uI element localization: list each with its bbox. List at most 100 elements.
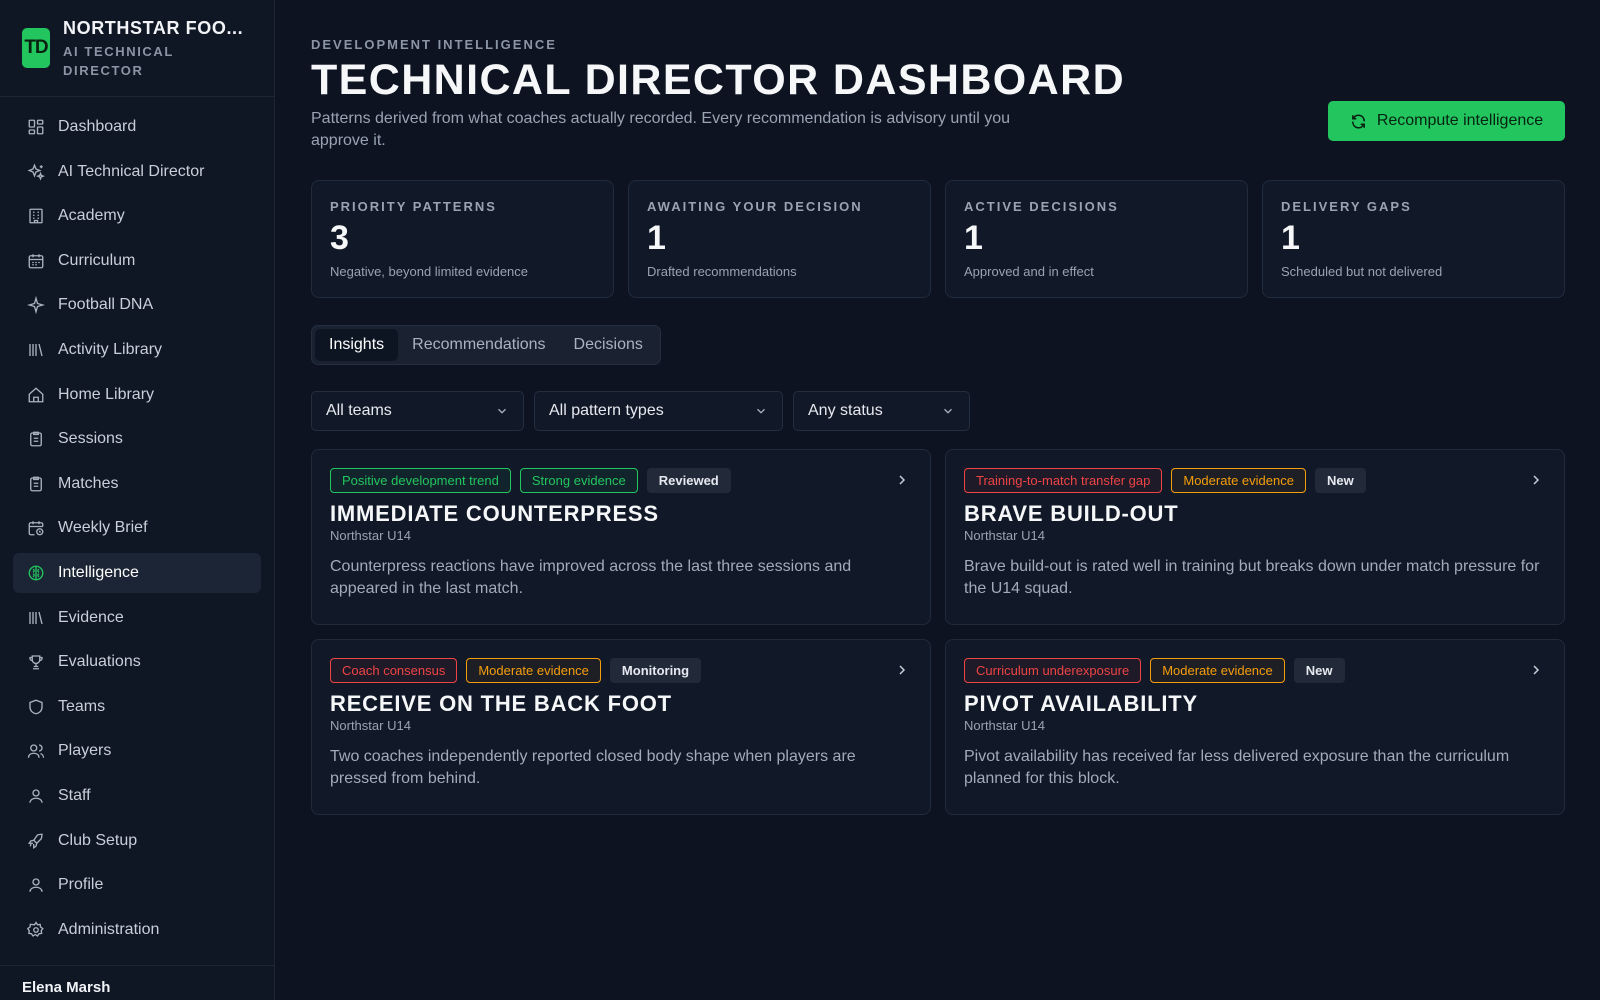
brand-text: NORTHSTAR FOO... AI TECHNICAL DIRECTOR	[63, 18, 248, 80]
sidebar: TD NORTHSTAR FOO... AI TECHNICAL DIRECTO…	[0, 0, 275, 1000]
badge-row: Curriculum underexposure Moderate eviden…	[964, 658, 1546, 683]
sidebar-item-label: Staff	[58, 786, 91, 804]
sidebar-item-matches[interactable]: Matches	[13, 464, 261, 504]
user-icon	[27, 876, 45, 894]
sidebar-item-label: Dashboard	[58, 118, 137, 135]
stat-card-awaiting-decision: AWAITING YOUR DECISION 1 Drafted recomme…	[628, 180, 931, 298]
status-badge: Reviewed	[646, 468, 731, 493]
club-name: NORTHSTAR FOO...	[63, 18, 244, 38]
insight-card[interactable]: Positive development trend Strong eviden…	[311, 449, 931, 625]
view-tabs: Insights Recommendations Decisions	[311, 325, 661, 365]
evidence-badge: Strong evidence	[519, 468, 638, 493]
chevron-right-icon[interactable]	[1528, 472, 1544, 488]
sidebar-item-ai-technical-director[interactable]: AI Technical Director	[13, 152, 261, 192]
pattern-type-filter-select[interactable]: All pattern types	[534, 391, 783, 431]
sidebar-item-administration[interactable]: Administration	[13, 910, 261, 950]
sidebar-item-profile[interactable]: Profile	[13, 865, 261, 905]
gear-icon	[27, 920, 45, 939]
stat-value: 1	[1281, 219, 1300, 257]
team-filter-select[interactable]: All teams	[311, 391, 524, 431]
sidebar-item-evaluations[interactable]: Evaluations	[13, 642, 261, 682]
select-value: All pattern types	[549, 402, 664, 419]
sidebar-item-home-library[interactable]: Home Library	[13, 375, 261, 415]
library-icon	[27, 341, 45, 359]
stat-card-active-decisions: ACTIVE DECISIONS 1 Approved and in effec…	[945, 180, 1248, 298]
insight-card[interactable]: Curriculum underexposure Moderate eviden…	[945, 639, 1565, 815]
insight-description: Two coaches independently reported close…	[330, 748, 856, 787]
evidence-badge: Moderate evidence	[466, 658, 601, 683]
stat-value: 3	[330, 219, 349, 257]
sidebar-item-label: Intelligence	[58, 563, 139, 581]
stat-card-priority-patterns: PRIORITY PATTERNS 3 Negative, beyond lim…	[311, 180, 614, 298]
trophy-icon	[27, 653, 45, 671]
stat-value: 1	[647, 219, 666, 257]
pattern-type-badge: Positive development trend	[330, 468, 511, 493]
sidebar-item-evidence[interactable]: Evidence	[13, 598, 261, 638]
sidebar-item-activity-library[interactable]: Activity Library	[13, 330, 261, 370]
sidebar-item-label: Curriculum	[58, 251, 136, 269]
pattern-type-badge: Training-to-match transfer gap	[964, 468, 1163, 493]
brand-header: TD NORTHSTAR FOO... AI TECHNICAL DIRECTO…	[0, 0, 274, 97]
chevron-down-icon	[757, 408, 765, 414]
filters-row: All teams All pattern types Any status	[311, 391, 1565, 431]
sidebar-item-label: AI Technical Director	[58, 162, 205, 180]
status-filter-select[interactable]: Any status	[793, 391, 970, 431]
sidebar-item-label: Evaluations	[58, 653, 141, 671]
select-value: All teams	[326, 402, 392, 419]
sparkle-icon	[27, 296, 45, 315]
stat-desc: Scheduled but not delivered	[1281, 264, 1443, 279]
pattern-type-badge: Curriculum underexposure	[964, 658, 1142, 683]
sidebar-item-label: Administration	[58, 920, 160, 938]
sidebar-item-dashboard[interactable]: Dashboard	[13, 107, 261, 147]
stat-label: DELIVERY GAPS	[1281, 199, 1412, 214]
insight-description: Brave build-out is rated well in trainin…	[964, 558, 1540, 597]
recompute-intelligence-button[interactable]: Recompute intelligence	[1328, 101, 1565, 141]
sidebar-item-weekly-brief[interactable]: Weekly Brief	[13, 508, 261, 548]
badge-row: Training-to-match transfer gap Moderate …	[964, 468, 1546, 493]
brand-logo[interactable]: TD	[22, 28, 50, 68]
sidebar-item-label: Football DNA	[58, 296, 154, 314]
chevron-right-icon[interactable]	[894, 472, 910, 488]
clipboard-icon	[27, 475, 45, 493]
badge-row: Positive development trend Strong eviden…	[330, 468, 912, 493]
insight-cards: Positive development trend Strong eviden…	[311, 449, 1565, 815]
insight-title: RECEIVE ON THE BACK FOOT	[330, 691, 672, 716]
sidebar-footer[interactable]: Elena Marsh	[0, 965, 274, 1000]
chevron-right-icon[interactable]	[894, 662, 910, 678]
sidebar-item-sessions[interactable]: Sessions	[13, 419, 261, 459]
clipboard-icon	[27, 430, 45, 448]
header-row: Patterns derived from what coaches actua…	[311, 101, 1565, 152]
insight-card[interactable]: Training-to-match transfer gap Moderate …	[945, 449, 1565, 625]
library-icon	[27, 609, 45, 627]
brain-icon	[27, 564, 45, 582]
main-content: DEVELOPMENT INTELLIGENCE TECHNICAL DIREC…	[311, 0, 1565, 815]
sidebar-item-label: Home Library	[58, 385, 155, 403]
sidebar-item-club-setup[interactable]: Club Setup	[13, 821, 261, 861]
tab-insights[interactable]: Insights	[315, 329, 399, 361]
insight-card[interactable]: Coach consensus Moderate evidence Monito…	[311, 639, 931, 815]
tab-decisions[interactable]: Decisions	[560, 329, 657, 361]
sparkles-icon	[27, 163, 45, 181]
sidebar-item-intelligence[interactable]: Intelligence	[13, 552, 261, 593]
tab-recommendations[interactable]: Recommendations	[398, 329, 559, 361]
sidebar-item-football-dna[interactable]: Football DNA	[13, 285, 261, 325]
rocket-icon	[27, 832, 45, 850]
badge-row: Coach consensus Moderate evidence Monito…	[330, 658, 912, 683]
chevron-right-icon[interactable]	[1528, 662, 1544, 678]
sidebar-item-label: Players	[58, 742, 112, 760]
sidebar-item-academy[interactable]: Academy	[13, 196, 261, 236]
grid-icon	[27, 118, 45, 136]
insight-team: Northstar U14	[330, 528, 411, 543]
sidebar-item-teams[interactable]: Teams	[13, 687, 261, 727]
sidebar-item-staff[interactable]: Staff	[13, 776, 261, 816]
user-name: Elena Marsh	[22, 979, 111, 996]
stat-card-delivery-gaps: DELIVERY GAPS 1 Scheduled but not delive…	[1262, 180, 1565, 298]
home-icon	[27, 386, 45, 404]
insight-title: PIVOT AVAILABILITY	[964, 691, 1198, 716]
insight-description: Counterpress reactions have improved acr…	[330, 558, 852, 597]
sidebar-item-label: Weekly Brief	[58, 519, 148, 537]
sidebar-item-curriculum[interactable]: Curriculum	[13, 241, 261, 281]
sidebar-item-players[interactable]: Players	[13, 731, 261, 771]
user-icon	[27, 787, 45, 805]
app-subtitle: AI TECHNICAL DIRECTOR	[63, 44, 174, 78]
